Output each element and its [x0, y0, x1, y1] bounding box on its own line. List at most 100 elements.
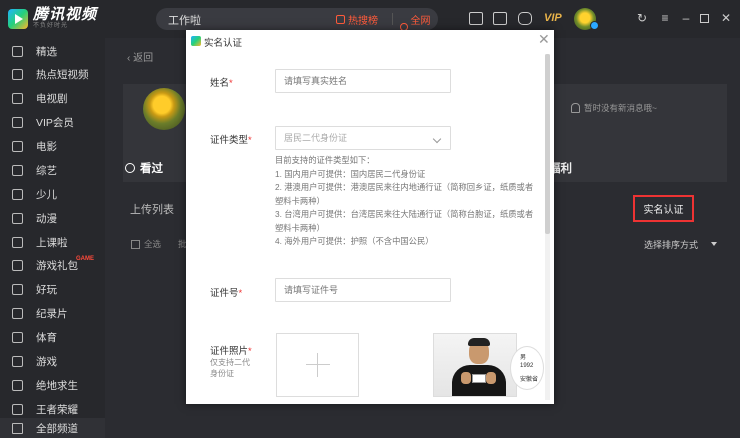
dialog-title: 实名认证 [204, 38, 243, 49]
realname-button[interactable]: 实名认证 [633, 195, 694, 222]
close-icon[interactable]: ✕ [538, 32, 550, 46]
gift-icon [12, 259, 23, 271]
sidebar-item-label: 少儿 [36, 188, 57, 201]
sidebar-item-fun[interactable]: 好玩 [0, 278, 105, 300]
required-mark: * [248, 346, 252, 357]
sidebar-item-vip[interactable]: VIP会员 [0, 111, 105, 133]
sidebar-item-anime[interactable]: 动漫 [0, 207, 105, 229]
supported-type-item: 2. 港澳用户可提供：港澳居民来往内地通行证（简称回乡证，纸质或者塑料卡两种） [275, 182, 534, 206]
select-all-checkbox[interactable] [131, 239, 140, 249]
sample-zoom-text: 安徽省 [520, 377, 539, 383]
sidebar-item-label: VIP会员 [36, 116, 74, 129]
crown-icon [12, 403, 23, 415]
hot-search-label: 热搜榜 [348, 16, 378, 27]
sidebar-item-label: 电影 [36, 140, 57, 153]
avatar-badge-icon [590, 21, 599, 30]
sidebar-item-label: 体育 [36, 331, 57, 344]
sidebar-item-label: 动漫 [36, 212, 57, 225]
search-divider [392, 13, 393, 25]
menu-icon[interactable]: ≡ [659, 12, 671, 24]
maximize-icon[interactable] [700, 14, 709, 23]
search-input[interactable]: 工作啦 [168, 12, 201, 28]
id-photo-hint: 仅支持二代身份证 [210, 358, 250, 378]
sidebar-item-label: 游戏礼包 [36, 259, 78, 272]
select-all[interactable]: 全选 [131, 238, 161, 250]
close-window-icon[interactable]: ✕ [720, 12, 732, 24]
sidebar-item-featured[interactable]: 精选 [0, 40, 105, 62]
refresh-icon[interactable]: ↻ [636, 12, 648, 24]
gamepad-icon[interactable] [518, 12, 532, 25]
supported-type-item: 1. 国内用户可提供：国内居民二代身份证 [275, 168, 426, 179]
sidebar-item-label: 好玩 [36, 283, 57, 296]
kid-icon [12, 188, 23, 200]
sidebar-item-class[interactable]: 上课啦 [0, 231, 105, 253]
sample-zoom-text: 男 [520, 355, 527, 361]
supported-type-item: 4. 海外用户可提供：护照（不含中国公民） [275, 236, 434, 246]
plus-icon [317, 353, 318, 377]
mic-icon [12, 164, 23, 176]
game-icon [12, 355, 23, 367]
id-number-label: 证件号* [210, 288, 243, 299]
sidebar-item-documentary[interactable]: 纪录片 [0, 302, 105, 324]
dialog-header: 实名认证 ✕ [186, 30, 554, 52]
search-bar[interactable]: 工作啦 热搜榜 全网搜 [156, 8, 438, 42]
pubg-icon [12, 379, 23, 391]
app-name: 腾讯视频 [33, 6, 98, 23]
class-icon [12, 236, 23, 248]
id-card-icon [472, 374, 486, 383]
anime-icon [12, 212, 23, 224]
sidebar-item-game-gift[interactable]: 游戏礼包 GAME [0, 254, 105, 276]
sidebar-all-channels[interactable]: 全部频道 [0, 418, 105, 438]
name-input[interactable] [275, 69, 451, 93]
flame-icon [12, 68, 23, 80]
sidebar-item-label: 综艺 [36, 164, 57, 177]
supported-type-item: 3. 台湾用户可提供：台湾居民来往大陆通行证（简称台胞证，纸质或者塑料卡两种） [275, 209, 534, 233]
no-message-text: 暂时没有新消息哦~ [584, 103, 657, 113]
tv-icon [12, 92, 23, 104]
tab-watched[interactable]: 看过 [125, 160, 163, 176]
sidebar-item-movie[interactable]: 电影 [0, 135, 105, 157]
back-link[interactable]: ‹ 返回 [127, 49, 153, 64]
minimize-icon[interactable]: – [680, 12, 692, 24]
id-type-label: 证件类型* [210, 135, 252, 146]
id-type-select[interactable]: 居民二代身份证 [275, 126, 451, 150]
sidebar: 精选 热点短视频 电视剧 VIP会员 电影 综艺 少儿 动漫 上课啦 游戏礼包 G… [0, 38, 105, 438]
sidebar-item-label: 精选 [36, 45, 57, 58]
sort-select[interactable]: 选择排序方式 [644, 238, 698, 251]
hot-list-icon [336, 15, 345, 24]
sidebar-item-games[interactable]: 游戏 [0, 350, 105, 372]
download-icon[interactable] [493, 12, 507, 25]
sidebar-item-kids[interactable]: 少儿 [0, 183, 105, 205]
sidebar-item-label: 绝地求生 [36, 379, 78, 392]
sidebar-item-label: 热点短视频 [36, 68, 89, 81]
chevron-down-icon[interactable] [711, 242, 717, 246]
fun-icon [12, 283, 23, 295]
sidebar-item-tv[interactable]: 电视剧 [0, 87, 105, 109]
game-badge: GAME [76, 256, 94, 262]
name-label: 姓名* [210, 78, 233, 89]
hot-search-button[interactable]: 热搜榜 [336, 12, 378, 27]
film-icon [12, 140, 23, 152]
sidebar-item-hot-short[interactable]: 热点短视频 [0, 63, 105, 85]
sidebar-item-label: 游戏 [36, 355, 57, 368]
app-logo[interactable]: 腾讯视频 不负好时光 [8, 7, 97, 30]
tencent-video-icon [191, 36, 201, 46]
sidebar-item-sports[interactable]: 体育 [0, 326, 105, 348]
play-list-icon[interactable] [469, 12, 483, 25]
sidebar-item-variety[interactable]: 综艺 [0, 159, 105, 181]
id-number-input[interactable] [275, 278, 451, 302]
upload-list-label[interactable]: 上传列表 [130, 201, 174, 217]
sidebar-item-pubg[interactable]: 绝地求生 [0, 374, 105, 396]
sidebar-item-label: 纪录片 [36, 307, 68, 320]
dialog-scroll-thumb[interactable] [545, 54, 550, 234]
thumbs-up-icon [12, 45, 23, 57]
sidebar-item-honor-of-kings[interactable]: 王者荣耀 [0, 398, 105, 420]
watched-label: 看过 [140, 163, 163, 175]
vip-button[interactable]: VIP [544, 12, 562, 24]
bell-icon [571, 103, 580, 113]
profile-avatar[interactable] [143, 88, 185, 130]
required-mark: * [248, 135, 252, 146]
select-all-label: 全选 [144, 239, 162, 249]
sidebar-item-label: 上课啦 [36, 236, 68, 249]
vip-icon [12, 116, 23, 128]
